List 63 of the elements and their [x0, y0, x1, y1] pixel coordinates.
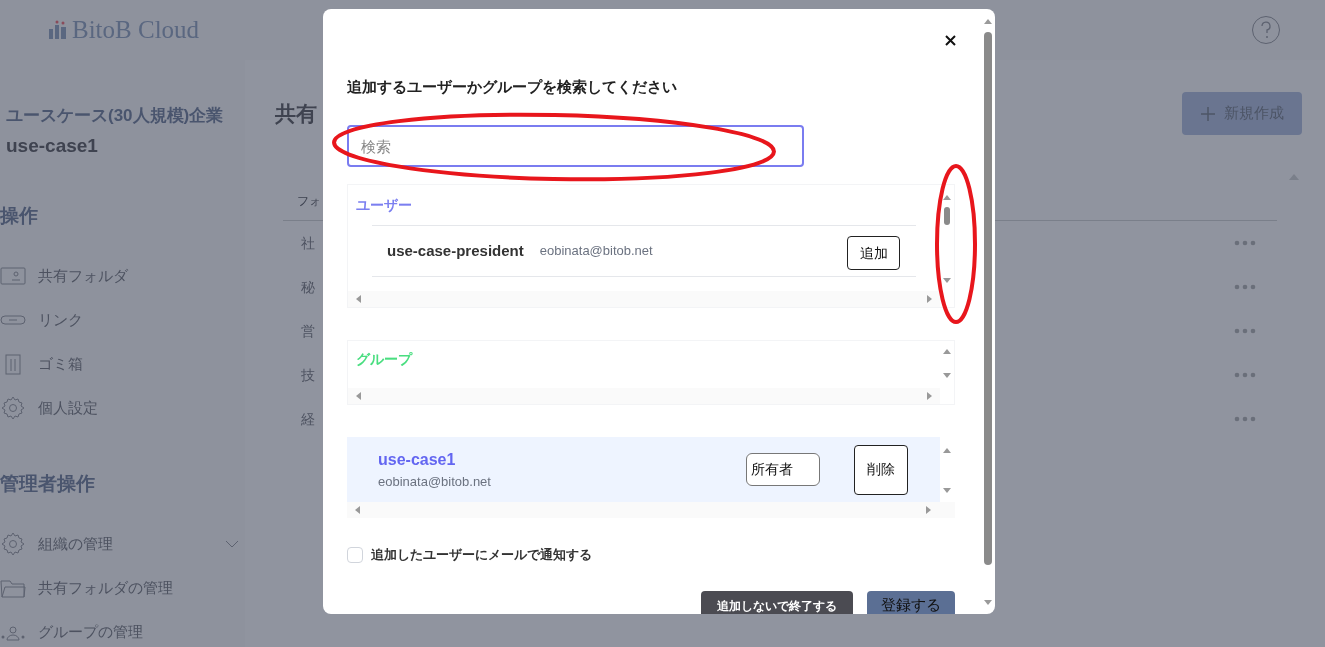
scroll-up-icon[interactable] — [943, 195, 951, 200]
member-name: use-case1 — [378, 449, 457, 470]
close-icon — [944, 34, 956, 46]
section-title: 操作 — [0, 204, 39, 228]
user-name: use-case1 — [5, 134, 99, 158]
column-header: フォ — [297, 192, 321, 210]
scroll-down-icon[interactable] — [984, 600, 992, 605]
delete-button[interactable]: 削除 — [854, 444, 908, 495]
section-heading: ユーザー — [356, 196, 412, 215]
scroll-left-icon[interactable] — [356, 295, 361, 303]
nav-item[interactable]: ゴミ箱 — [0, 352, 245, 376]
scroll-left-icon[interactable] — [356, 392, 361, 400]
more-icon[interactable] — [1234, 372, 1256, 378]
member-email: eobinata@bitob.net — [378, 473, 492, 490]
page-title: 共有 — [275, 101, 317, 127]
notify-checkbox[interactable] — [347, 546, 363, 563]
scroll-down-icon[interactable] — [943, 278, 951, 283]
nav-item[interactable]: 共有フォルダ — [0, 264, 245, 288]
scroll-right-icon[interactable] — [927, 295, 932, 303]
section-heading: グループ — [356, 350, 412, 369]
scroll-down-icon[interactable] — [943, 373, 951, 378]
shared-folder-icon — [0, 264, 26, 288]
plus-icon — [1200, 105, 1216, 122]
member-row[interactable]: use-case1 eobinata@bitob.net 所有者 削除 — [347, 437, 940, 502]
search-field[interactable]: 検索 — [347, 125, 804, 167]
dialog-title: 追加するユーザーかグループを検索してください — [347, 77, 678, 97]
nav-item[interactable]: 共有フォルダの管理 — [0, 576, 245, 600]
more-icon[interactable] — [1234, 240, 1256, 246]
more-icon[interactable] — [1234, 328, 1256, 334]
scroll-up-icon[interactable] — [943, 349, 951, 354]
table-cell-text: 秘 — [301, 277, 315, 297]
scroll-up-icon[interactable] — [984, 19, 992, 24]
scroll-right-icon[interactable] — [927, 392, 932, 400]
horizontal-scrollbar[interactable] — [347, 502, 955, 518]
logo-icon — [48, 20, 68, 40]
help-icon[interactable] — [1251, 15, 1281, 45]
table-cell-text: 社 — [301, 233, 315, 253]
user-email: eobinata@bitob.net — [539, 242, 654, 261]
horizontal-scrollbar[interactable] — [348, 388, 940, 404]
nav-item[interactable]: 個人設定 — [0, 396, 245, 420]
scroll-right-icon[interactable] — [926, 506, 931, 514]
organization-name: ユースケース(30人規模)企業 — [5, 105, 225, 127]
table-cell-text: 営 — [301, 321, 315, 341]
scroll-down-icon[interactable] — [943, 488, 951, 493]
section-title: 管理者操作 — [0, 472, 96, 496]
register-button[interactable]: 登録する — [867, 590, 955, 614]
nav-item[interactable]: グループの管理 — [0, 620, 245, 644]
table-cell-text: 経 — [301, 409, 315, 429]
nav-item[interactable]: 組織の管理 — [0, 532, 245, 556]
settings-icon — [0, 532, 26, 556]
add-button[interactable]: 追加 — [847, 236, 900, 270]
finish-button[interactable]: 追加しないで終了する — [701, 590, 853, 614]
nav-item[interactable]: リンク — [0, 308, 245, 332]
settings-icon — [0, 396, 26, 420]
user-name: use-case-president — [387, 240, 524, 261]
scroll-up-icon[interactable] — [943, 448, 951, 453]
role-select[interactable]: 所有者 — [746, 453, 820, 486]
more-icon[interactable] — [1234, 416, 1256, 422]
table-cell-text: 技 — [301, 365, 315, 385]
notify-label: 追加したユーザーにメールで通知する — [371, 546, 592, 564]
scroll-left-icon[interactable] — [355, 506, 360, 514]
horizontal-scrollbar[interactable] — [348, 291, 940, 307]
more-icon[interactable] — [1234, 284, 1256, 290]
